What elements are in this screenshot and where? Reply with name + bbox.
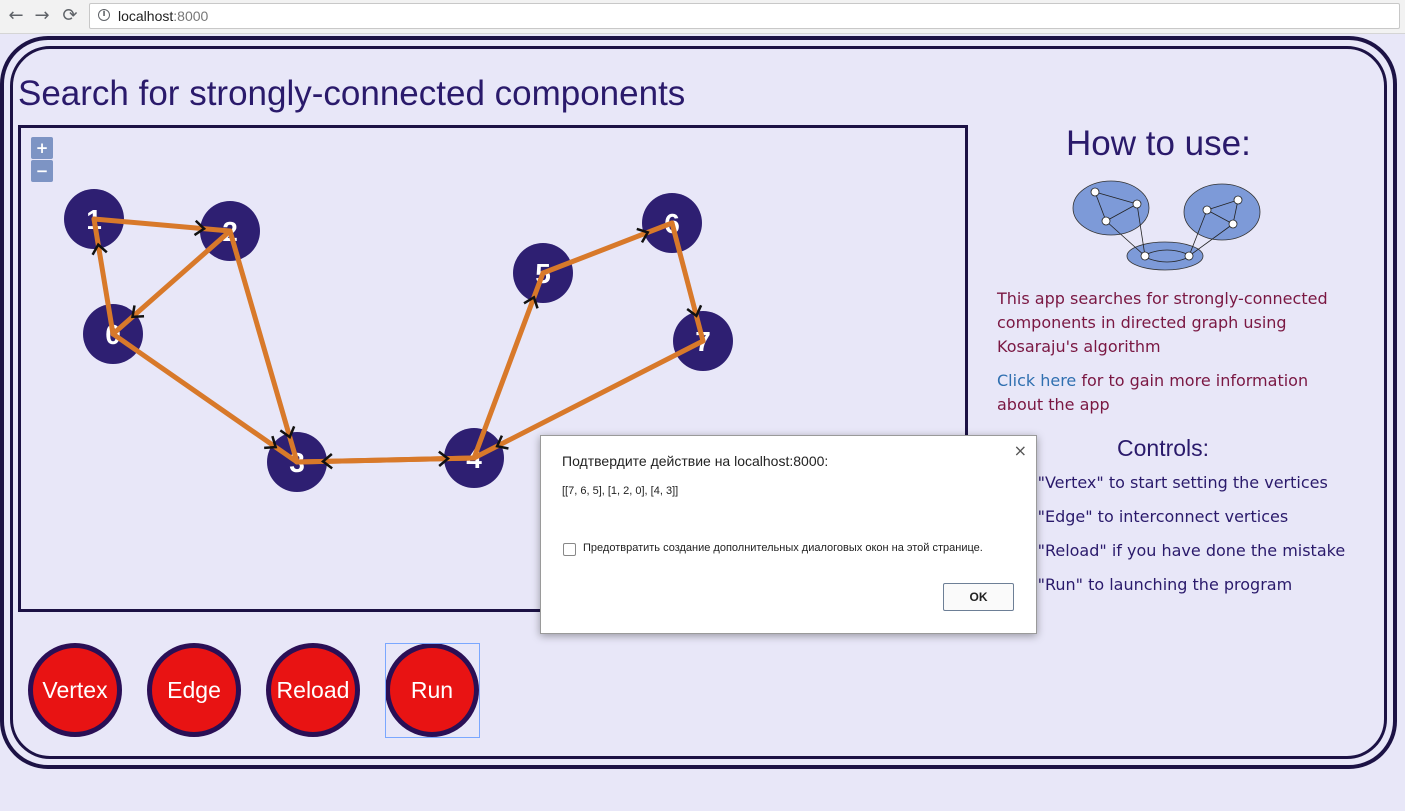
control-instruction: ick "Run" to launching the program — [1010, 575, 1293, 594]
edge-button[interactable]: Edge — [147, 643, 241, 737]
ok-button[interactable]: OK — [943, 583, 1014, 611]
click-here-link[interactable]: Click here — [997, 371, 1076, 390]
zoom-in-button[interactable]: + — [31, 137, 53, 159]
run-button-focus-ring — [385, 643, 480, 738]
scc-illustration — [1072, 180, 1261, 271]
confirm-dialog: × Подтвердите действие на localhost:8000… — [540, 435, 1037, 634]
prevent-dialogs-label[interactable]: Предотвратить создание дополнительных ди… — [583, 542, 983, 554]
zoom-out-button[interactable]: − — [31, 160, 53, 182]
edge-2-3 — [227, 228, 300, 465]
prevent-dialogs-checkbox[interactable] — [563, 543, 576, 556]
vertex-button[interactable]: Vertex — [28, 643, 122, 737]
how-to-use-title: How to use: — [1066, 124, 1251, 163]
controls-title: Controls: — [1117, 435, 1210, 461]
app-description: This app searches for strongly-connected… — [997, 289, 1328, 356]
control-instruction: ick "Reload" if you have done the mistak… — [1010, 541, 1346, 560]
edge-0-3 — [110, 331, 300, 465]
edge-5-6 — [540, 220, 675, 276]
dialog-message: [[7, 6, 5], [1, 2, 0], [4, 3]] — [562, 485, 679, 497]
dialog-title: Подтвердите действие на localhost:8000: — [562, 453, 829, 469]
close-icon[interactable]: × — [1014, 441, 1027, 460]
reload-button[interactable]: Reload — [266, 643, 360, 737]
edge-2-0 — [110, 228, 233, 337]
more-info-text: Click here for to gain more information … — [997, 371, 1309, 414]
control-instruction: ick "Edge" to interconnect vertices — [1010, 507, 1289, 526]
control-instruction: ick "Vertex" to start setting the vertic… — [1010, 473, 1328, 492]
